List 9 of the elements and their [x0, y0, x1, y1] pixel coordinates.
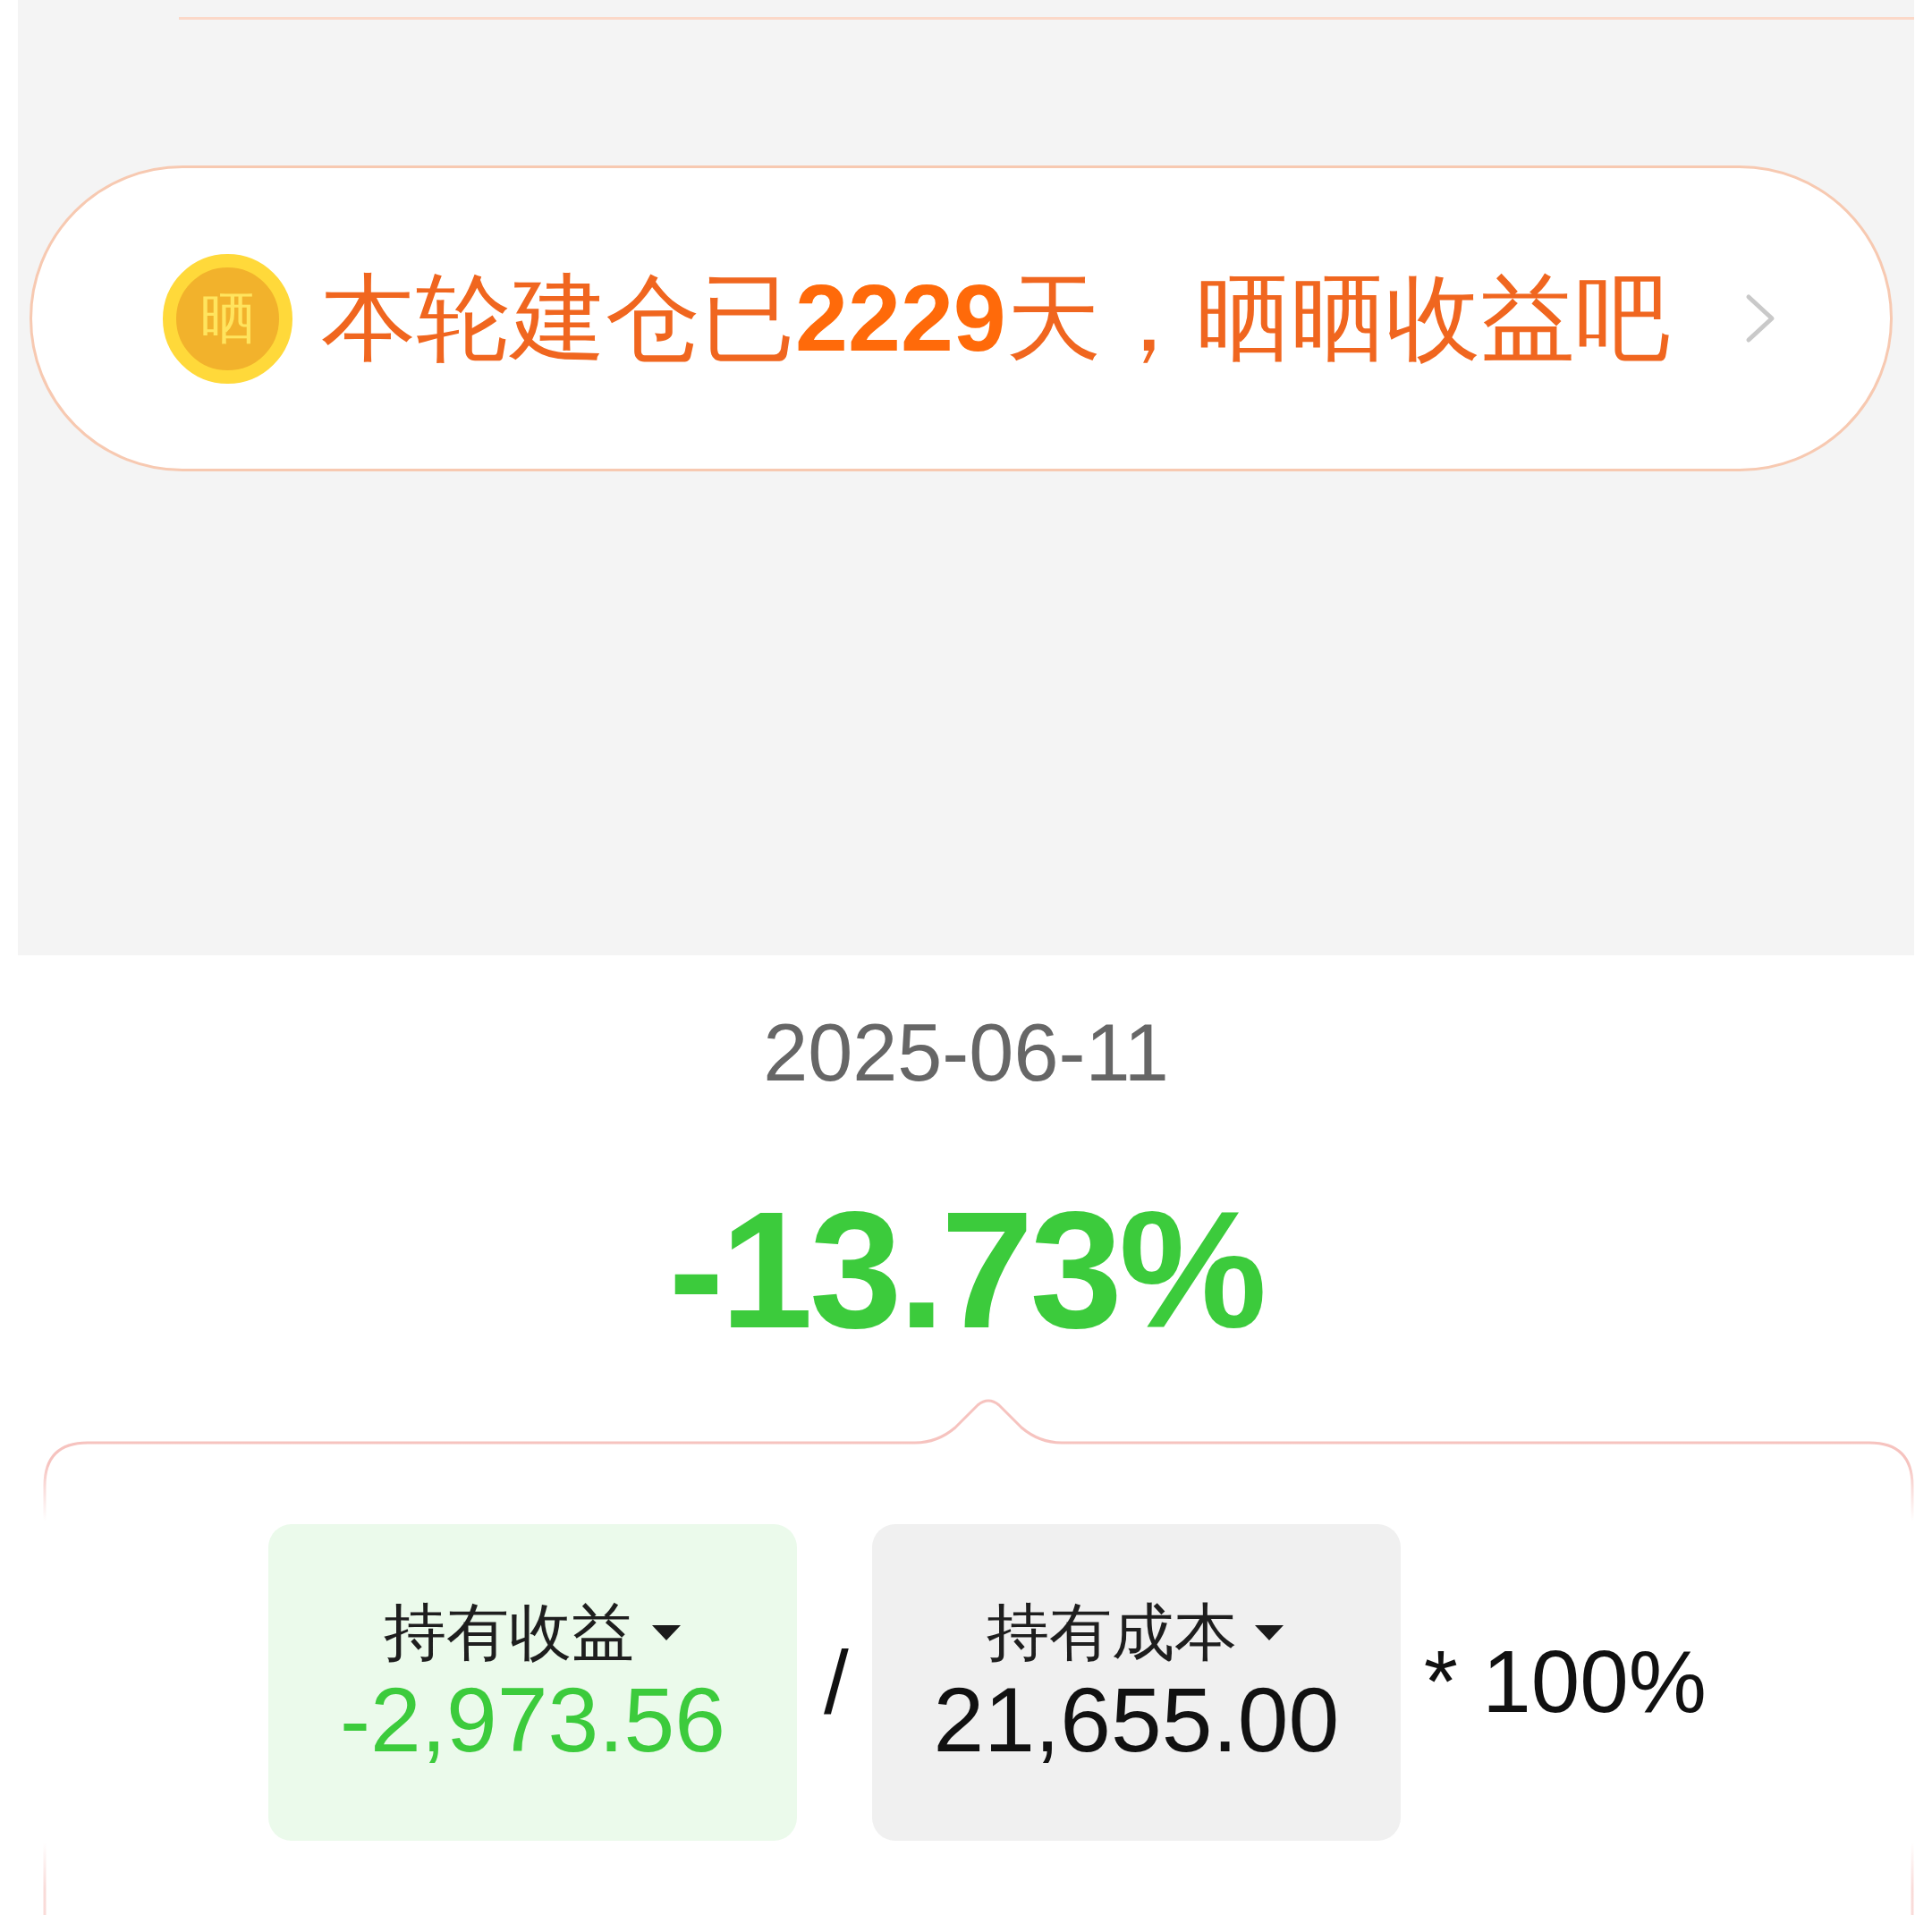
operator-text: / — [824, 1632, 849, 1732]
metric-dropdown[interactable]: 持有成本 — [987, 1594, 1286, 1670]
metric-value: 21,655.00 — [933, 1669, 1340, 1770]
return-rate: -13.73% — [668, 1182, 1264, 1357]
multiplier-text: * 100% — [1423, 1633, 1707, 1731]
chevron-right-icon — [1745, 293, 1775, 343]
date-text: 2025-06-11 — [763, 1008, 1169, 1097]
metric-value: -2,973.56 — [340, 1669, 725, 1770]
metric-dropdown[interactable]: 持有收益 — [383, 1594, 682, 1670]
